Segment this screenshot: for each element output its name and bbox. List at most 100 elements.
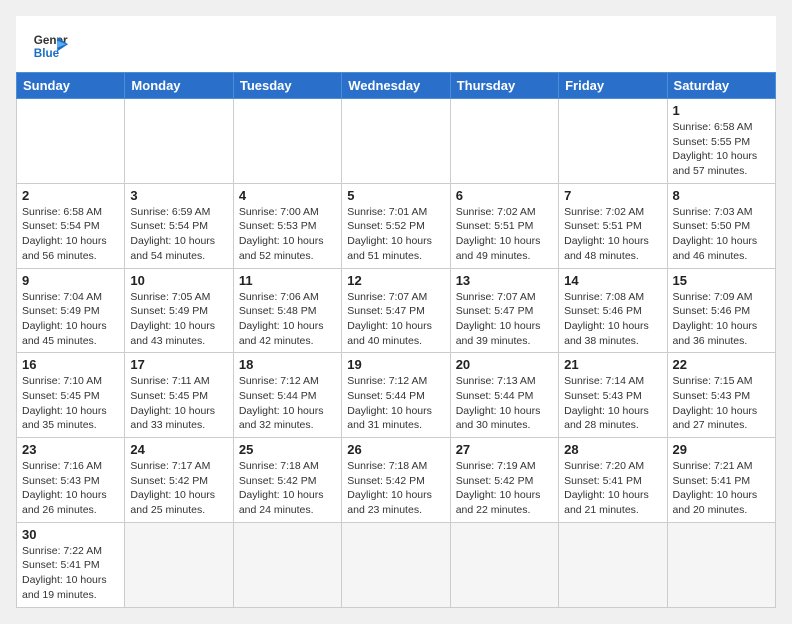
calendar-cell: 3Sunrise: 6:59 AMSunset: 5:54 PMDaylight… <box>125 183 233 268</box>
day-info: Sunrise: 7:18 AMSunset: 5:42 PMDaylight:… <box>347 459 444 518</box>
day-info: Sunrise: 7:07 AMSunset: 5:47 PMDaylight:… <box>456 290 553 349</box>
day-number: 30 <box>22 527 119 542</box>
calendar-cell: 25 Sunrise: 7:18 AMSunset: 5:42 PMDayligh… <box>233 438 341 523</box>
day-info: Sunrise: 7:09 AMSunset: 5:46 PMDaylight:… <box>673 290 770 349</box>
week-row-3: 16 Sunrise: 7:10 AMSunset: 5:45 PMDayligh… <box>17 353 776 438</box>
day-info: Sunrise: 7:04 AMSunset: 5:49 PMDaylight:… <box>22 290 119 349</box>
calendar-cell: 7Sunrise: 7:02 AMSunset: 5:51 PMDaylight… <box>559 183 667 268</box>
calendar-cell: 11 Sunrise: 7:06 AMSunset: 5:48 PMDayligh… <box>233 268 341 353</box>
week-row-4: 23 Sunrise: 7:16 AMSunset: 5:43 PMDayligh… <box>17 438 776 523</box>
day-number: 24 <box>130 442 227 457</box>
calendar-cell: 16 Sunrise: 7:10 AMSunset: 5:45 PMDayligh… <box>17 353 125 438</box>
calendar-cell: 18 Sunrise: 7:12 AMSunset: 5:44 PMDayligh… <box>233 353 341 438</box>
day-number: 27 <box>456 442 553 457</box>
day-number: 13 <box>456 273 553 288</box>
calendar-cell: 8 Sunrise: 7:03 AMSunset: 5:50 PMDaylight… <box>667 183 775 268</box>
day-number: 26 <box>347 442 444 457</box>
day-number: 29 <box>673 442 770 457</box>
day-number: 5 <box>347 188 444 203</box>
day-info: Sunrise: 7:18 AMSunset: 5:42 PMDaylight:… <box>239 459 336 518</box>
day-info: Sunrise: 7:00 AMSunset: 5:53 PMDaylight:… <box>239 205 336 264</box>
calendar-cell: 21Sunrise: 7:14 AMSunset: 5:43 PMDayligh… <box>559 353 667 438</box>
week-row-5: 30 Sunrise: 7:22 AMSunset: 5:41 PMDayligh… <box>17 522 776 607</box>
calendar-cell: 30 Sunrise: 7:22 AMSunset: 5:41 PMDayligh… <box>17 522 125 607</box>
day-number: 25 <box>239 442 336 457</box>
calendar-container: General Blue SundayMondayTuesdayWednesda… <box>16 16 776 608</box>
week-row-1: 2 Sunrise: 6:58 AMSunset: 5:54 PMDaylight… <box>17 183 776 268</box>
weekday-header-row: SundayMondayTuesdayWednesdayThursdayFrid… <box>17 73 776 99</box>
day-info: Sunrise: 7:12 AMSunset: 5:44 PMDaylight:… <box>239 374 336 433</box>
calendar-cell: 13 Sunrise: 7:07 AMSunset: 5:47 PMDayligh… <box>450 268 558 353</box>
header: General Blue <box>16 16 776 72</box>
day-info: Sunrise: 7:21 AMSunset: 5:41 PMDaylight:… <box>673 459 770 518</box>
calendar-cell: 9 Sunrise: 7:04 AMSunset: 5:49 PMDaylight… <box>17 268 125 353</box>
calendar-cell: 2 Sunrise: 6:58 AMSunset: 5:54 PMDaylight… <box>17 183 125 268</box>
day-info: Sunrise: 7:10 AMSunset: 5:45 PMDaylight:… <box>22 374 119 433</box>
calendar-cell: 17 Sunrise: 7:11 AMSunset: 5:45 PMDayligh… <box>125 353 233 438</box>
calendar-cell: 23 Sunrise: 7:16 AMSunset: 5:43 PMDayligh… <box>17 438 125 523</box>
calendar-cell: 1Sunrise: 6:58 AMSunset: 5:55 PMDaylight… <box>667 99 775 184</box>
day-number: 1 <box>673 103 770 118</box>
calendar-cell: 27 Sunrise: 7:19 AMSunset: 5:42 PMDayligh… <box>450 438 558 523</box>
calendar-cell <box>559 99 667 184</box>
day-number: 18 <box>239 357 336 372</box>
calendar-cell: 12 Sunrise: 7:07 AMSunset: 5:47 PMDayligh… <box>342 268 450 353</box>
weekday-header-wednesday: Wednesday <box>342 73 450 99</box>
calendar-cell: 4Sunrise: 7:00 AMSunset: 5:53 PMDaylight… <box>233 183 341 268</box>
calendar-cell <box>342 99 450 184</box>
calendar-cell: 5Sunrise: 7:01 AMSunset: 5:52 PMDaylight… <box>342 183 450 268</box>
day-info: Sunrise: 7:20 AMSunset: 5:41 PMDaylight:… <box>564 459 661 518</box>
day-info: Sunrise: 7:03 AMSunset: 5:50 PMDaylight:… <box>673 205 770 264</box>
day-info: Sunrise: 7:12 AMSunset: 5:44 PMDaylight:… <box>347 374 444 433</box>
calendar-cell: 19 Sunrise: 7:12 AMSunset: 5:44 PMDayligh… <box>342 353 450 438</box>
day-number: 10 <box>130 273 227 288</box>
weekday-header-tuesday: Tuesday <box>233 73 341 99</box>
calendar-cell: 24 Sunrise: 7:17 AMSunset: 5:42 PMDayligh… <box>125 438 233 523</box>
calendar-cell: 14 Sunrise: 7:08 AMSunset: 5:46 PMDayligh… <box>559 268 667 353</box>
day-number: 11 <box>239 273 336 288</box>
day-number: 15 <box>673 273 770 288</box>
day-info: Sunrise: 7:16 AMSunset: 5:43 PMDaylight:… <box>22 459 119 518</box>
day-number: 22 <box>673 357 770 372</box>
day-number: 20 <box>456 357 553 372</box>
day-info: Sunrise: 6:58 AMSunset: 5:54 PMDaylight:… <box>22 205 119 264</box>
day-info: Sunrise: 7:19 AMSunset: 5:42 PMDaylight:… <box>456 459 553 518</box>
calendar-cell <box>233 522 341 607</box>
calendar-table: SundayMondayTuesdayWednesdayThursdayFrid… <box>16 72 776 608</box>
day-number: 23 <box>22 442 119 457</box>
day-number: 12 <box>347 273 444 288</box>
calendar-cell <box>450 522 558 607</box>
weekday-header-sunday: Sunday <box>17 73 125 99</box>
day-info: Sunrise: 7:07 AMSunset: 5:47 PMDaylight:… <box>347 290 444 349</box>
weekday-header-monday: Monday <box>125 73 233 99</box>
day-number: 28 <box>564 442 661 457</box>
calendar-cell <box>17 99 125 184</box>
day-info: Sunrise: 7:02 AMSunset: 5:51 PMDaylight:… <box>564 205 661 264</box>
weekday-header-saturday: Saturday <box>667 73 775 99</box>
day-number: 19 <box>347 357 444 372</box>
calendar-cell: 28 Sunrise: 7:20 AMSunset: 5:41 PMDayligh… <box>559 438 667 523</box>
calendar-cell: 29 Sunrise: 7:21 AMSunset: 5:41 PMDayligh… <box>667 438 775 523</box>
day-number: 16 <box>22 357 119 372</box>
day-info: Sunrise: 7:11 AMSunset: 5:45 PMDaylight:… <box>130 374 227 433</box>
logo: General Blue <box>32 28 68 64</box>
day-info: Sunrise: 7:08 AMSunset: 5:46 PMDaylight:… <box>564 290 661 349</box>
day-number: 14 <box>564 273 661 288</box>
svg-text:Blue: Blue <box>34 47 60 60</box>
calendar-cell: 6Sunrise: 7:02 AMSunset: 5:51 PMDaylight… <box>450 183 558 268</box>
day-info: Sunrise: 7:17 AMSunset: 5:42 PMDaylight:… <box>130 459 227 518</box>
day-number: 17 <box>130 357 227 372</box>
day-info: Sunrise: 7:15 AMSunset: 5:43 PMDaylight:… <box>673 374 770 433</box>
day-info: Sunrise: 7:06 AMSunset: 5:48 PMDaylight:… <box>239 290 336 349</box>
calendar-cell: 22 Sunrise: 7:15 AMSunset: 5:43 PMDayligh… <box>667 353 775 438</box>
day-info: Sunrise: 7:22 AMSunset: 5:41 PMDaylight:… <box>22 544 119 603</box>
calendar-cell <box>559 522 667 607</box>
calendar-cell <box>125 522 233 607</box>
day-info: Sunrise: 7:05 AMSunset: 5:49 PMDaylight:… <box>130 290 227 349</box>
day-number: 2 <box>22 188 119 203</box>
calendar-cell: 26 Sunrise: 7:18 AMSunset: 5:42 PMDayligh… <box>342 438 450 523</box>
calendar-cell: 15 Sunrise: 7:09 AMSunset: 5:46 PMDayligh… <box>667 268 775 353</box>
day-number: 9 <box>22 273 119 288</box>
day-number: 8 <box>673 188 770 203</box>
calendar-cell <box>233 99 341 184</box>
